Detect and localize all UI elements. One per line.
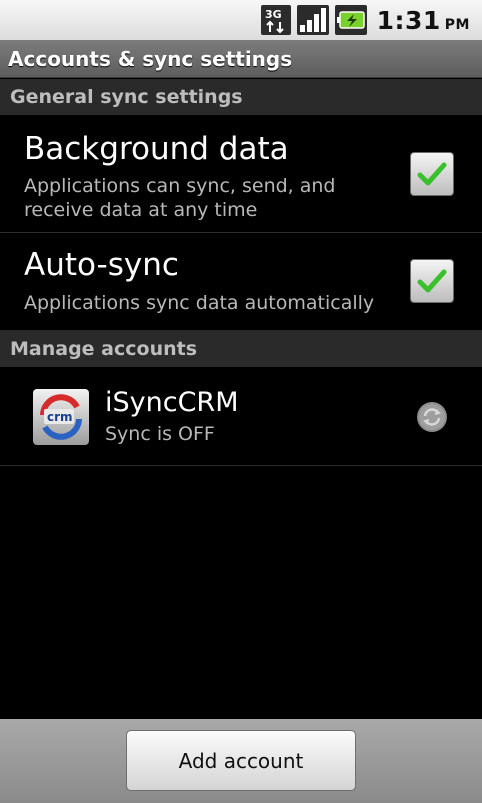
section-header-manage-accounts: Manage accounts bbox=[0, 331, 482, 367]
bottom-bar: Add account bbox=[0, 719, 482, 803]
check-icon bbox=[417, 269, 447, 293]
section-header-general: General sync settings bbox=[0, 79, 482, 115]
auto-sync-checkbox[interactable] bbox=[410, 259, 454, 303]
background-data-summary: Applications can sync, send, and receive… bbox=[24, 175, 336, 221]
background-data-row[interactable]: Background data Applications can sync, s… bbox=[0, 115, 482, 233]
battery-charging-icon bbox=[334, 5, 367, 35]
crm-sync-icon: crm bbox=[33, 389, 89, 445]
auto-sync-summary: Applications sync data automatically bbox=[24, 292, 375, 314]
account-row-isynccrm[interactable]: crm iSyncCRM Sync is OFF bbox=[0, 367, 482, 466]
section-header-label: General sync settings bbox=[10, 86, 243, 108]
clock: 1:31 PM bbox=[376, 5, 470, 35]
background-data-checkbox[interactable] bbox=[410, 152, 454, 196]
page-title: Accounts & sync settings bbox=[8, 46, 293, 71]
section-header-label: Manage accounts bbox=[10, 338, 198, 360]
account-name: iSyncCRM bbox=[105, 387, 239, 418]
add-account-button[interactable]: Add account bbox=[126, 730, 356, 791]
title-bar: Accounts & sync settings bbox=[0, 40, 482, 78]
signal-icon bbox=[296, 5, 329, 35]
svg-text:crm: crm bbox=[47, 410, 73, 424]
auto-sync-title: Auto-sync bbox=[24, 247, 179, 283]
account-sync-status: Sync is OFF bbox=[105, 423, 215, 445]
3g-icon: 3G bbox=[260, 5, 291, 35]
background-data-title: Background data bbox=[24, 131, 289, 167]
status-bar: 3G 1:31 PM bbox=[0, 0, 482, 40]
check-icon bbox=[417, 162, 447, 186]
svg-text:3G: 3G bbox=[265, 8, 282, 21]
auto-sync-row[interactable]: Auto-sync Applications sync data automat… bbox=[0, 233, 482, 331]
sync-off-icon bbox=[416, 401, 448, 433]
